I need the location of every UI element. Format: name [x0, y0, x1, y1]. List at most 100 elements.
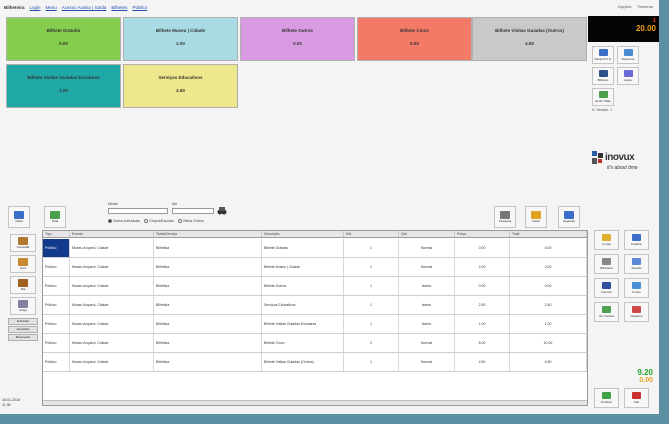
table-cell: 5.00 — [455, 334, 510, 352]
article-button[interactable]: Artigo — [10, 297, 36, 315]
filter-others[interactable]: Vistos Outros — [177, 219, 204, 224]
column-header[interactable]: Preço — [455, 231, 510, 237]
table-cell: 2.50 — [510, 296, 587, 314]
options-link[interactable]: Opções — [618, 4, 632, 9]
cashbox-button[interactable]: Caixa — [525, 206, 547, 228]
horizontal-scrollbar[interactable] — [43, 400, 587, 405]
clear-button[interactable]: Limpar — [594, 230, 619, 250]
table-row[interactable]: Público Museu Arqueol. Cidade Bilhética Bil… — [43, 353, 587, 372]
table-cell: Bilhética — [154, 334, 262, 352]
nav-reservado[interactable]: Reservado — [8, 334, 38, 341]
table-cell: Público — [43, 277, 70, 295]
view-sales-button[interactable]: Ver Vendas — [594, 302, 619, 322]
consult-button[interactable]: Consultar — [10, 234, 36, 252]
book-icon — [18, 258, 28, 266]
fund-button[interactable]: Fundo — [624, 278, 649, 298]
table-cell: 1 — [344, 277, 399, 295]
reservations-icon — [623, 49, 633, 56]
help-button[interactable]: Ajuda — [617, 67, 639, 85]
column-header[interactable]: IVA — [344, 231, 399, 237]
button-label: Finalizar — [600, 400, 613, 404]
button-label: Bilheteira — [600, 266, 613, 270]
ticket-tile-cinco[interactable]: Bilhete Cinco 5.00 — [357, 17, 472, 61]
table-cell: 4.50 — [455, 353, 510, 371]
pos-exit-button[interactable]: Saída P.O.S. — [592, 46, 614, 64]
print-button[interactable]: Imprimir — [594, 278, 619, 298]
ticket-tile-servicos-educativos[interactable]: Serviços Educativos 2.50 — [123, 64, 238, 108]
ticket-tile-gratuito[interactable]: Bilhete Gratuito 0.00 — [6, 17, 121, 61]
column-header[interactable]: Total — [510, 231, 587, 237]
menu-link-acesso-avulso[interactable]: Acesso Avulso | Saída — [62, 5, 107, 10]
ticket-tile-outros[interactable]: Bilhete Outros 0.00 — [240, 17, 355, 61]
tickets-button[interactable]: Bilhetes — [592, 67, 614, 85]
button-label: Artigo — [19, 308, 27, 312]
table-cell: Serviços Educativos — [262, 296, 344, 314]
column-header[interactable]: Tarifa/Serviço — [154, 231, 262, 237]
button-label: Livro — [19, 266, 27, 270]
totalize-button[interactable]: Totalizar — [624, 230, 649, 250]
nav-entradas[interactable]: Entradas — [8, 318, 38, 325]
report-button[interactable]: Relatório — [624, 302, 649, 322]
table-cell: Normal — [399, 334, 455, 352]
table-cell: Bilhética — [154, 258, 262, 276]
emit-receipt-button[interactable]: Emitir Talão — [592, 88, 614, 106]
current-time: 11:38 — [2, 403, 11, 407]
filter-groups[interactable]: Grupos/Escolas — [143, 219, 174, 224]
table-row[interactable]: Público Museu Arqueol. Cidade Bilhética Bil… — [43, 277, 587, 296]
menu-link-menu[interactable]: Menu — [46, 5, 57, 10]
radio-icon — [108, 219, 112, 224]
nav-aquisicao[interactable]: Aquisição — [8, 326, 38, 333]
button-label: Limpar — [601, 242, 612, 246]
book-button[interactable]: Livro — [10, 255, 36, 273]
reservations-button[interactable]: Reservas — [617, 46, 639, 64]
tile-price: 5.00 — [410, 41, 419, 46]
calculator-icon — [632, 234, 641, 241]
column-header[interactable]: Tipo — [43, 231, 70, 237]
to-date-field[interactable] — [172, 208, 214, 214]
visit-filters: Vistos Individuais Grupos/Escolas Vistos… — [108, 219, 204, 224]
tile-price: 1.00 — [59, 88, 68, 93]
day-button[interactable]: Dia — [10, 276, 36, 294]
ticket-tile-visitas-outros[interactable]: Bilhete Visitas Guiadas (Outros) 4.50 — [472, 17, 587, 61]
search-button[interactable]: Pesquisa — [494, 206, 516, 228]
from-date-field[interactable] — [108, 208, 168, 214]
finalize-button[interactable]: Finalizar — [594, 388, 619, 408]
session-button[interactable]: Sessão — [624, 254, 649, 274]
radio-icon — [177, 219, 182, 224]
article-icon — [18, 300, 28, 308]
menu-link-publico[interactable]: Público — [132, 5, 147, 10]
table-row[interactable]: Público Museu Arqueol. Cidade Bilhética Ser… — [43, 296, 587, 315]
table-row[interactable]: Público Museu Arqueol. Cidade Bilhética Bil… — [43, 239, 587, 258]
table-cell: 2.50 — [455, 296, 510, 314]
filter-label: Vistos Individuais — [113, 219, 140, 223]
tile-label: Bilhete Visitas Guiadas (Outros) — [495, 28, 564, 33]
tile-label: Bilhete Gratuito — [46, 28, 81, 33]
totals-button[interactable]: Total — [44, 206, 66, 228]
column-header[interactable]: Qtd — [399, 231, 455, 237]
menu-link-login[interactable]: Login — [30, 5, 41, 10]
ticket-tile-visitas-escolares[interactable]: Bilhete Visitas Guiadas Escolares 1.00 — [6, 64, 121, 108]
table-cell: Bilhete Cinco — [262, 334, 344, 352]
exit-button[interactable]: Sair — [624, 388, 649, 408]
binoculars-icon[interactable] — [217, 206, 227, 216]
box-office-button[interactable]: Bilheteira — [594, 254, 619, 274]
column-header[interactable]: Descrição — [262, 231, 344, 237]
next-button[interactable]: Seguinte — [558, 206, 580, 228]
filter-label: Grupos/Escolas — [148, 219, 174, 223]
column-header[interactable]: Evento — [70, 231, 154, 237]
filter-individual[interactable]: Vistos Individuais — [108, 219, 140, 224]
table-row[interactable]: Público Museu Arqueol. Cidade Bilhética Bil… — [43, 334, 587, 353]
ticket-tile-museu-cidade[interactable]: Bilhete Museu | Cidade 2.00 — [123, 17, 238, 61]
logo-tagline: it's about time — [607, 165, 638, 171]
table-cell: Museu Arqueol. Cidade — [70, 334, 154, 352]
table-cell: Bilhética — [154, 353, 262, 371]
pos-icon — [598, 49, 608, 56]
table-cell: 1.00 — [455, 315, 510, 333]
tile-label: Serviços Educativos — [158, 75, 203, 80]
table-row[interactable]: Público Museu Arqueol. Cidade Bilhética Bil… — [43, 258, 587, 277]
logout-link[interactable]: Terminar — [637, 4, 653, 9]
table-cell: Isento — [399, 277, 455, 295]
table-row[interactable]: Público Museu Arqueol. Cidade Bilhética Bil… — [43, 315, 587, 334]
back-button[interactable]: Voltar — [8, 206, 30, 228]
menu-link-bilhetes[interactable]: Bilhetes — [111, 5, 127, 10]
